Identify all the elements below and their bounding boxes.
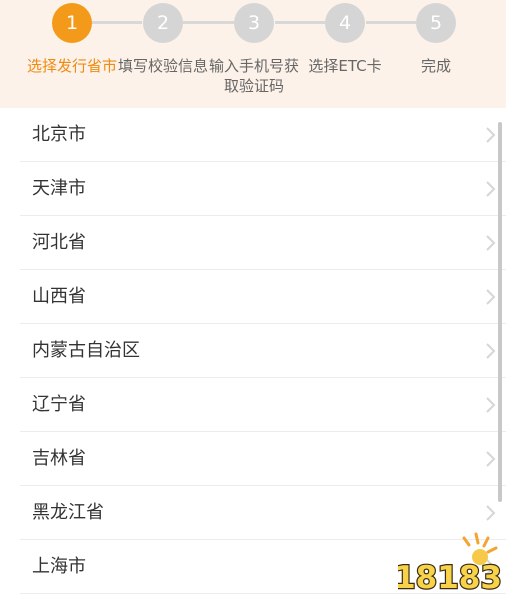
- page: 1 选择发行省市 2 填写校验信息 3 输入手机号获取验证码 4 选择ETC卡 …: [0, 0, 506, 610]
- province-row-beijing[interactable]: 北京市: [20, 108, 506, 162]
- province-name: 天津市: [32, 178, 86, 199]
- province-list: 北京市 天津市 河北省 山西省 内蒙古自治区 辽宁省 吉林省 黑龙江省 上海市: [0, 108, 506, 594]
- chevron-right-icon: [486, 127, 496, 143]
- step-connector: [92, 21, 142, 24]
- step-2-label: 填写校验信息: [117, 57, 208, 75]
- province-name: 上海市: [32, 556, 86, 577]
- province-name: 黑龙江省: [32, 502, 104, 523]
- step-5-number: 5: [416, 3, 456, 43]
- province-name: 北京市: [32, 124, 86, 145]
- step-3-number: 3: [234, 3, 274, 43]
- chevron-right-icon: [486, 235, 496, 251]
- province-name: 辽宁省: [32, 394, 86, 415]
- chevron-right-icon: [486, 451, 496, 467]
- chevron-right-icon: [486, 181, 496, 197]
- scrollbar[interactable]: [498, 122, 502, 502]
- province-row-hebei[interactable]: 河北省: [20, 216, 506, 270]
- step-3-label: 输入手机号获取验证码: [208, 57, 299, 95]
- step-connector: [183, 21, 234, 24]
- province-row-inner-mongolia[interactable]: 内蒙古自治区: [20, 324, 506, 378]
- step-2-number: 2: [143, 3, 183, 43]
- province-row-tianjin[interactable]: 天津市: [20, 162, 506, 216]
- province-row-jilin[interactable]: 吉林省: [20, 432, 506, 486]
- step-4: 4 选择ETC卡: [295, 0, 395, 108]
- progress-stepper: 1 选择发行省市 2 填写校验信息 3 输入手机号获取验证码 4 选择ETC卡 …: [0, 0, 506, 108]
- chevron-right-icon: [486, 343, 496, 359]
- step-1: 1 选择发行省市: [22, 0, 122, 108]
- step-1-number: 1: [52, 3, 92, 43]
- step-5: 5 完成: [386, 0, 486, 108]
- step-4-number: 4: [325, 3, 365, 43]
- step-connector: [366, 21, 416, 24]
- chevron-right-icon: [486, 505, 496, 521]
- province-name: 山西省: [32, 286, 86, 307]
- province-row-liaoning[interactable]: 辽宁省: [20, 378, 506, 432]
- province-row-shanxi[interactable]: 山西省: [20, 270, 506, 324]
- step-5-label: 完成: [420, 57, 451, 75]
- step-4-label: 选择ETC卡: [308, 57, 382, 75]
- step-2: 2 填写校验信息: [113, 0, 213, 108]
- watermark-logo: 18183: [398, 532, 502, 597]
- province-name: 吉林省: [32, 448, 86, 469]
- province-name: 内蒙古自治区: [32, 340, 140, 361]
- step-3: 3 输入手机号获取验证码: [204, 0, 304, 108]
- chevron-right-icon: [486, 289, 496, 305]
- province-name: 河北省: [32, 232, 86, 253]
- step-connector: [275, 21, 325, 24]
- step-1-label: 选择发行省市: [26, 57, 117, 75]
- chevron-right-icon: [486, 397, 496, 413]
- watermark-text: 18183: [398, 560, 502, 596]
